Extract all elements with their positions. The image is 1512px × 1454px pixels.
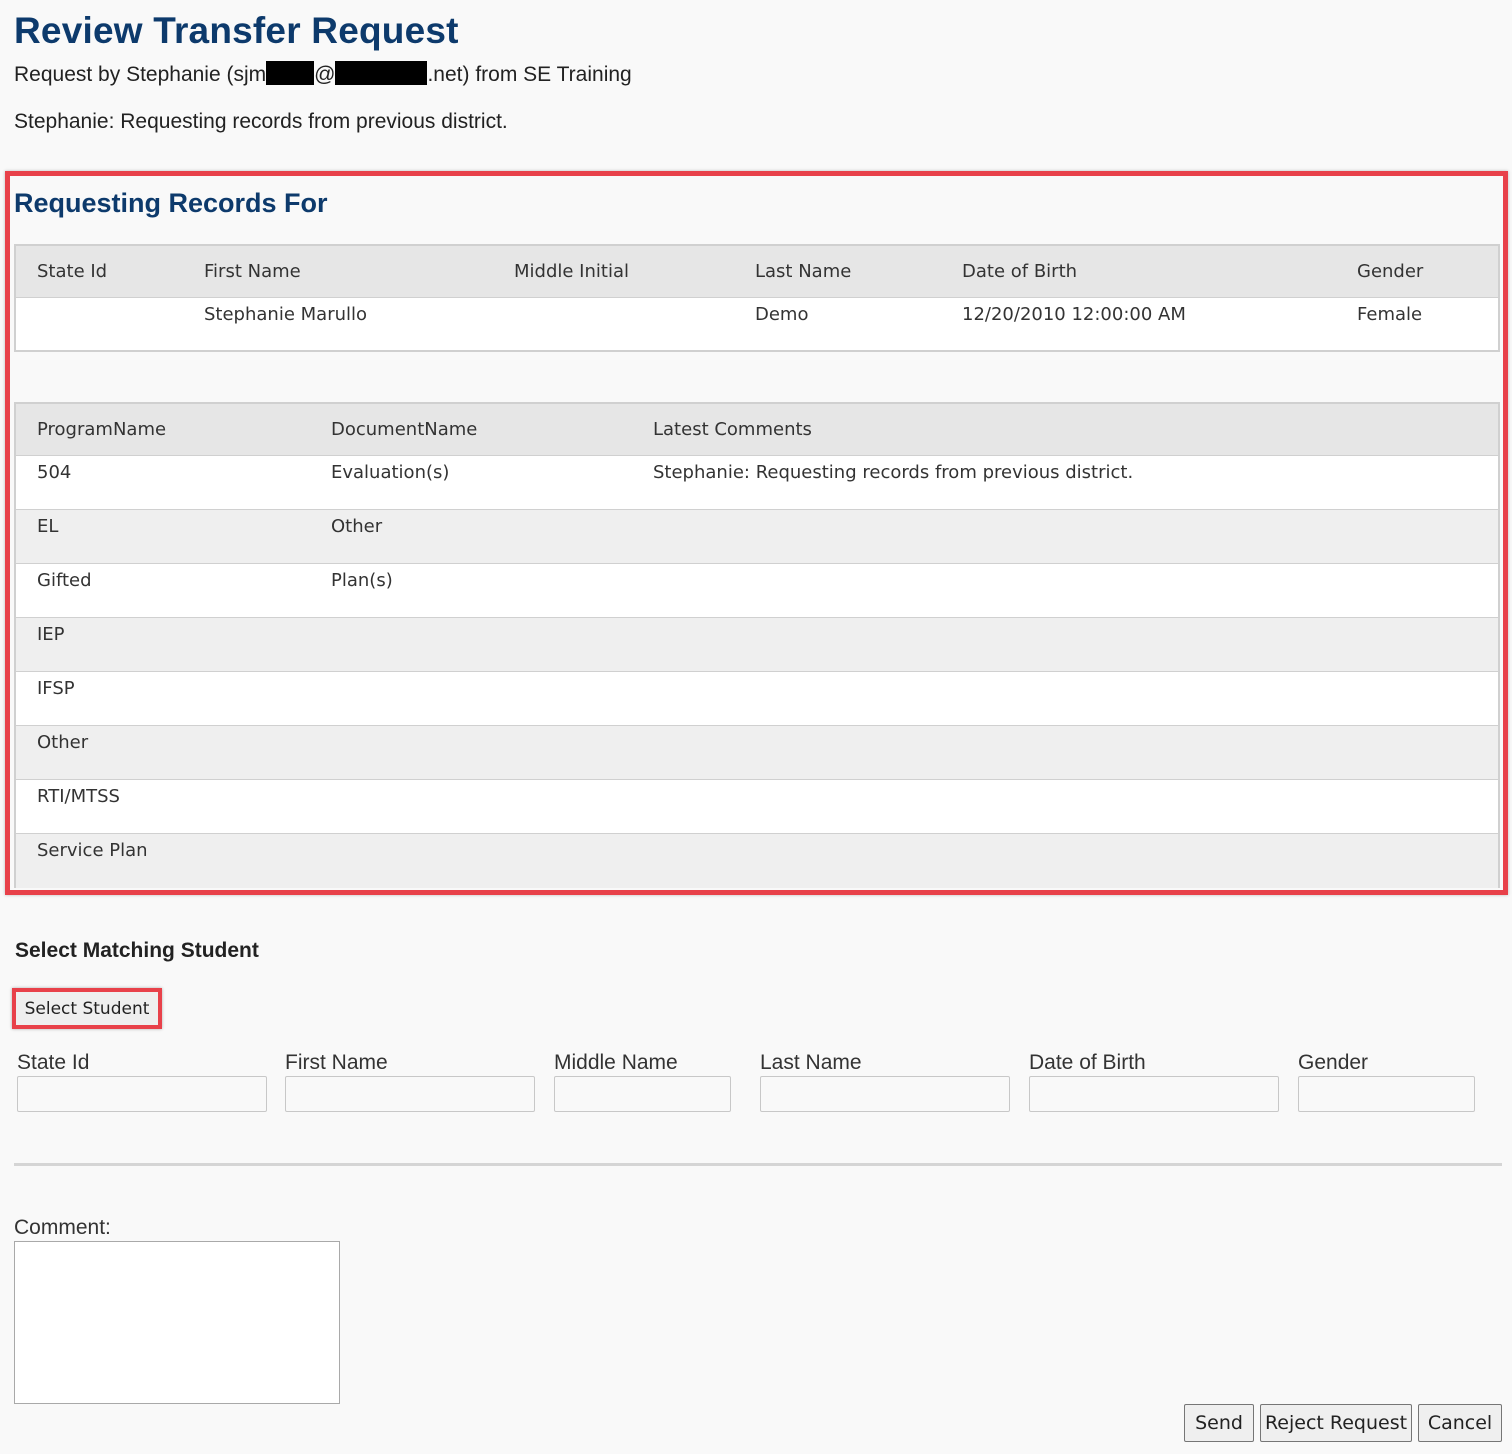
state-id-field[interactable] [17, 1076, 267, 1112]
table-row: 504 Evaluation(s) Stephanie: Requesting … [16, 456, 1498, 510]
request-by-prefix: Request by Stephanie (sjm [14, 63, 267, 86]
cell-date-of-birth: 12/20/2010 12:00:00 AM [962, 304, 1186, 325]
reject-request-button[interactable]: Reject Request [1260, 1404, 1412, 1442]
first-name-label: First Name [285, 1051, 388, 1074]
cell-program-name: IFSP [37, 678, 75, 699]
col-header-middle-initial: Middle Initial [514, 261, 629, 282]
cell-document-name: Other [331, 516, 383, 537]
gender-label: Gender [1298, 1051, 1369, 1074]
cell-program-name: 504 [37, 462, 72, 483]
request-comment: Stephanie: Requesting records from previ… [14, 110, 508, 133]
cell-program-name: Gifted [37, 570, 92, 591]
col-header-program-name: ProgramName [37, 419, 167, 440]
table-row: Gifted Plan(s) [16, 564, 1498, 618]
cell-latest-comments: Stephanie: Requesting records from previ… [653, 462, 1134, 483]
col-header-document-name: DocumentName [331, 419, 478, 440]
cell-program-name: IEP [37, 624, 65, 645]
records-section-title: Requesting Records For [14, 188, 328, 218]
cell-program-name: RTI/MTSS [37, 786, 120, 807]
col-header-date-of-birth: Date of Birth [962, 261, 1078, 282]
student-info-table: State Id First Name Middle Initial Last … [14, 244, 1500, 352]
cell-program-name: Service Plan [37, 840, 148, 861]
comment-label: Comment: [14, 1216, 111, 1239]
table-row: EL Other [16, 510, 1498, 564]
table-row: Stephanie Marullo Demo 12/20/2010 12:00:… [16, 298, 1498, 352]
col-header-last-name: Last Name [755, 261, 852, 282]
col-header-first-name: First Name [204, 261, 301, 282]
cancel-button[interactable]: Cancel [1418, 1404, 1502, 1442]
send-button[interactable]: Send [1184, 1404, 1254, 1442]
table-row: RTI/MTSS [16, 780, 1498, 834]
program-documents-table: ProgramName DocumentName Latest Comments… [14, 402, 1500, 888]
table-row: IFSP [16, 672, 1498, 726]
cell-document-name: Evaluation(s) [331, 462, 450, 483]
cell-document-name: Plan(s) [331, 570, 393, 591]
select-student-button[interactable]: Select Student [12, 988, 162, 1029]
page-title: Review Transfer Request [14, 10, 459, 51]
cell-program-name: EL [37, 516, 59, 537]
middle-name-field[interactable] [554, 1076, 731, 1112]
cell-first-name: Stephanie Marullo [204, 304, 368, 325]
col-header-gender: Gender [1357, 261, 1424, 282]
state-id-label: State Id [17, 1051, 90, 1074]
table-header-row: State Id First Name Middle Initial Last … [16, 246, 1498, 298]
table-header-row: ProgramName DocumentName Latest Comments [16, 404, 1498, 456]
match-section-heading: Select Matching Student [15, 939, 259, 962]
first-name-field[interactable] [285, 1076, 535, 1112]
col-header-latest-comments: Latest Comments [653, 419, 812, 440]
request-by-line: Request by Stephanie (sjm @ .net) from SE … [14, 61, 632, 87]
table-row: Other [16, 726, 1498, 780]
gender-field[interactable] [1298, 1076, 1475, 1112]
date-of-birth-field[interactable] [1029, 1076, 1279, 1112]
redaction-block [335, 61, 428, 85]
cell-gender: Female [1357, 304, 1423, 325]
section-divider [14, 1163, 1502, 1166]
last-name-field[interactable] [760, 1076, 1010, 1112]
request-by-at: @ [314, 63, 336, 86]
middle-name-label: Middle Name [554, 1051, 678, 1074]
redaction-block [266, 61, 315, 85]
request-by-suffix: .net) from SE Training [427, 63, 632, 86]
cell-program-name: Other [37, 732, 89, 753]
last-name-label: Last Name [760, 1051, 862, 1074]
comment-textarea[interactable] [14, 1241, 340, 1404]
col-header-state-id: State Id [37, 261, 108, 282]
table-row: IEP [16, 618, 1498, 672]
table-row: Service Plan [16, 834, 1498, 888]
date-of-birth-label: Date of Birth [1029, 1051, 1146, 1074]
cell-last-name: Demo [755, 304, 809, 325]
